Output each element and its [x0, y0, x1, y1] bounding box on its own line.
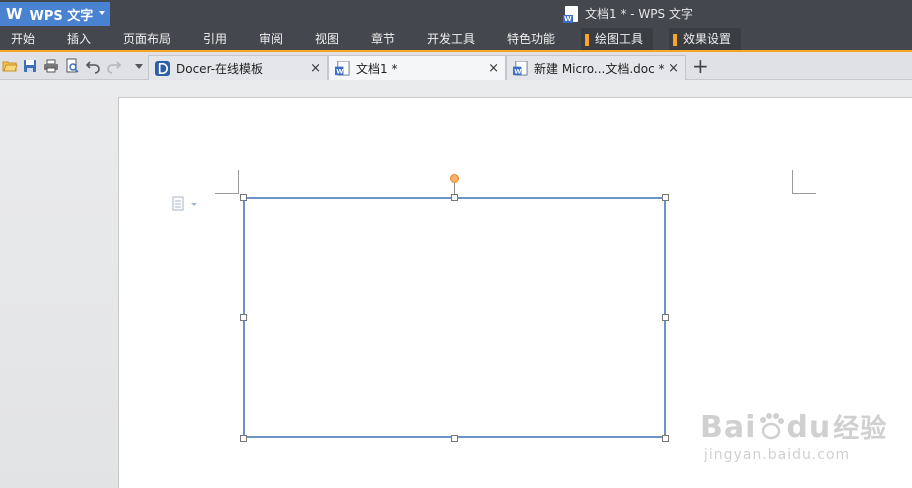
customize-dropdown-icon[interactable] — [131, 58, 147, 74]
baidu-watermark-logo: Bai du经验 — [700, 408, 887, 445]
resize-handle-bottom-left[interactable] — [240, 435, 247, 442]
resize-handle-right[interactable] — [662, 314, 669, 321]
baidu-paw-icon — [760, 413, 785, 440]
close-icon[interactable]: × — [310, 61, 321, 76]
app-button-label: WPS 文字 — [29, 8, 94, 24]
docer-logo-icon — [155, 60, 170, 76]
resize-handle-left[interactable] — [240, 314, 247, 321]
resize-handle-bottom-right[interactable] — [662, 435, 669, 442]
undo-icon[interactable] — [85, 58, 101, 74]
watermark-url: jingyan.baidu.com — [704, 447, 851, 463]
menu-tab-review[interactable]: 审阅 — [259, 28, 283, 52]
resize-handle-top[interactable] — [451, 194, 458, 201]
word-document-icon: W — [513, 60, 528, 75]
new-tab-button[interactable]: + — [692, 56, 709, 76]
tab-new-microsoft-doc[interactable]: W 新建 Micro...文档.doc * × — [506, 55, 686, 80]
margin-crop-mark-right — [792, 170, 816, 194]
menu-tab-special-features[interactable]: 特色功能 — [507, 28, 555, 52]
wps-writer-window: W WPS 文字 文档1 * - WPS 文字 开始 插入 页面布局 引用 审阅… — [0, 0, 912, 488]
resize-handle-top-left[interactable] — [240, 194, 247, 201]
menu-tab-home[interactable]: 开始 — [11, 28, 35, 52]
title-bar: W WPS 文字 文档1 * - WPS 文字 — [0, 0, 912, 28]
chevron-down-icon — [99, 11, 105, 15]
menu-tab-view[interactable]: 视图 — [315, 28, 339, 52]
rotate-handle[interactable] — [450, 174, 459, 183]
print-icon[interactable] — [43, 58, 59, 74]
watermark-suffix: 经验 — [833, 414, 888, 444]
redo-icon[interactable] — [106, 58, 122, 74]
close-icon[interactable]: × — [668, 61, 679, 76]
menu-tab-page-layout[interactable]: 页面布局 — [123, 28, 171, 52]
paste-options-icon[interactable] — [171, 196, 199, 212]
tab-docer-templates[interactable]: Docer-在线模板 × — [148, 55, 328, 80]
watermark-brand-du: du — [786, 410, 832, 445]
open-folder-icon[interactable] — [2, 58, 18, 74]
tab-label: 文档1 * — [356, 61, 398, 76]
menu-tab-developer[interactable]: 开发工具 — [427, 28, 475, 52]
tab-label: Docer-在线模板 — [176, 61, 264, 76]
watermark-brand: Bai — [700, 410, 757, 445]
save-icon[interactable] — [22, 58, 38, 74]
resize-handle-top-right[interactable] — [662, 194, 669, 201]
menu-tab-references[interactable]: 引用 — [203, 28, 227, 52]
document-tab-bar: Docer-在线模板 × W 文档1 * × W 新建 Micro...文档.d… — [0, 52, 912, 80]
margin-crop-mark-left — [215, 170, 239, 194]
document-icon — [563, 5, 578, 23]
ribbon-menu-bar: 开始 插入 页面布局 引用 审阅 视图 章节 开发工具 特色功能 绘图工具 效果… — [0, 28, 912, 52]
window-title-text: 文档1 * - WPS 文字 — [585, 7, 693, 21]
menu-tab-insert[interactable]: 插入 — [67, 28, 91, 52]
tab-document-1[interactable]: W 文档1 * × — [328, 55, 506, 80]
menu-tab-chapter[interactable]: 章节 — [371, 28, 395, 52]
window-title: 文档1 * - WPS 文字 — [563, 5, 693, 23]
svg-text:W: W — [514, 67, 522, 75]
wps-logo-icon: W — [6, 5, 23, 23]
selected-rectangle-shape[interactable] — [243, 197, 666, 438]
word-document-icon: W — [335, 60, 350, 75]
menu-tab-effect-settings[interactable]: 效果设置 — [669, 28, 742, 52]
resize-handle-bottom[interactable] — [451, 435, 458, 442]
svg-text:W: W — [336, 67, 344, 75]
tab-label: 新建 Micro...文档.doc * — [534, 61, 665, 76]
print-preview-icon[interactable] — [64, 58, 80, 74]
close-icon[interactable]: × — [488, 61, 499, 76]
menu-tab-drawing-tools[interactable]: 绘图工具 — [581, 28, 654, 52]
wps-app-menu-button[interactable]: W WPS 文字 — [0, 2, 110, 26]
